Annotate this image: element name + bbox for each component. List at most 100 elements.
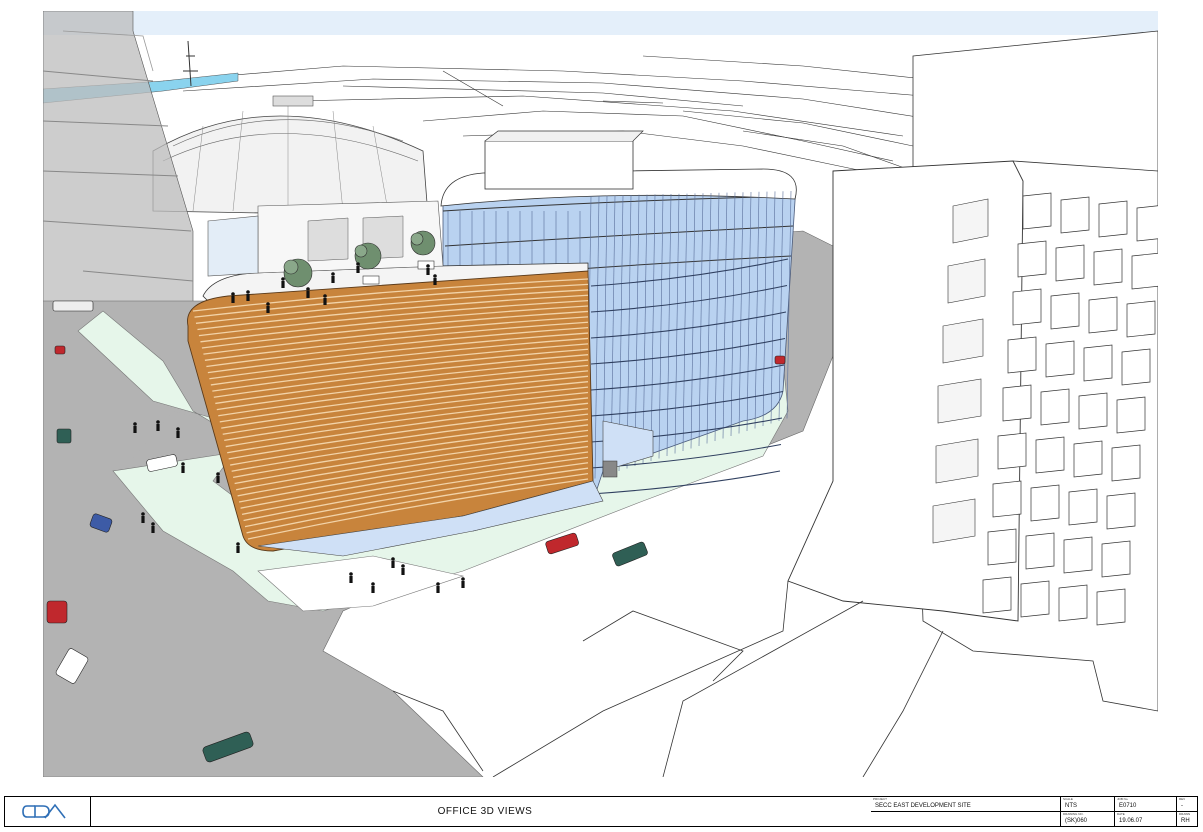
- person-body: [216, 476, 220, 483]
- drawing-no-label: DRAWING NO.: [1063, 811, 1084, 816]
- window: [1116, 396, 1146, 434]
- window: [987, 528, 1017, 566]
- architectural-3d-render: [43, 11, 1158, 777]
- person-body: [246, 294, 250, 301]
- person-body: [141, 516, 145, 523]
- window: [1126, 300, 1156, 338]
- person-body: [433, 278, 437, 285]
- person-head: [281, 277, 285, 281]
- person-body: [151, 526, 155, 533]
- person-head: [349, 572, 353, 576]
- window: [1106, 492, 1136, 530]
- window: [1040, 388, 1070, 426]
- person-head: [356, 262, 360, 266]
- window: [992, 480, 1022, 518]
- person-head: [236, 542, 240, 546]
- person-body: [156, 424, 160, 431]
- person-head: [133, 422, 137, 426]
- window: [1002, 384, 1032, 422]
- window: [1030, 484, 1060, 522]
- person-head: [306, 287, 310, 291]
- person-body: [133, 426, 137, 433]
- window: [1136, 205, 1158, 242]
- window: [1007, 336, 1037, 374]
- person-head: [156, 420, 160, 424]
- window: [1111, 444, 1141, 482]
- job-label: JOB No.: [1117, 797, 1129, 801]
- person-body: [356, 266, 360, 273]
- drawing-title-block: OFFICE 3D VIEWS PROJECT SECC EAST DEVELO…: [4, 796, 1198, 827]
- window: [1050, 292, 1080, 330]
- person-body: [371, 586, 375, 593]
- person-body: [331, 276, 335, 283]
- drawn-label: DRAWN: [1179, 811, 1191, 816]
- person-head: [391, 557, 395, 561]
- person-body: [306, 291, 310, 298]
- window: [1121, 348, 1151, 386]
- person-body: [266, 306, 270, 313]
- sky-band: [43, 11, 1158, 35]
- rev-drawn-cell: REV - DRAWN RH: [1177, 797, 1197, 826]
- window: [982, 576, 1012, 614]
- window: [1058, 584, 1088, 622]
- person-head: [151, 522, 155, 526]
- person-head: [246, 290, 250, 294]
- person-head: [323, 294, 327, 298]
- rev-value: -: [1181, 802, 1183, 809]
- window: [1078, 392, 1108, 430]
- drawing-no-value: (SK)060: [1065, 818, 1088, 824]
- person-head: [331, 272, 335, 276]
- person-body: [236, 546, 240, 553]
- person-head: [426, 264, 430, 268]
- rev-label: REV: [1179, 797, 1186, 801]
- person-head: [181, 462, 185, 466]
- person-head: [231, 292, 235, 296]
- window: [1017, 240, 1047, 278]
- person-body: [391, 561, 395, 568]
- date-value: 19.06.07: [1119, 818, 1143, 824]
- window: [1060, 196, 1090, 234]
- person-head: [401, 564, 405, 568]
- window: [1096, 588, 1126, 626]
- person-body: [401, 568, 405, 575]
- person-body: [281, 281, 285, 288]
- person-head: [436, 582, 440, 586]
- window: [1035, 436, 1065, 474]
- window: [1022, 192, 1052, 230]
- window: [1068, 488, 1098, 526]
- sheet-title: OFFICE 3D VIEWS: [437, 806, 533, 817]
- person-head: [461, 577, 465, 581]
- project-cell: PROJECT SECC EAST DEVELOPMENT SITE: [871, 797, 1061, 826]
- scale-drawing-cell: SCALE NTS DRAWING NO. (SK)060: [1061, 797, 1115, 826]
- window: [1025, 532, 1055, 570]
- window: [1012, 288, 1042, 326]
- person-body: [181, 466, 185, 473]
- window: [1131, 252, 1158, 290]
- window: [1063, 536, 1093, 574]
- window: [1101, 540, 1131, 578]
- person-body: [436, 586, 440, 593]
- job-date-cell: JOB No. E0710 DATE 19.06.07: [1115, 797, 1177, 826]
- window: [997, 432, 1027, 470]
- job-value: E0710: [1119, 802, 1137, 809]
- window: [1088, 296, 1118, 334]
- person-body: [231, 296, 235, 303]
- person-body: [426, 268, 430, 275]
- date-label: DATE: [1117, 811, 1125, 816]
- window: [1093, 248, 1123, 286]
- person-body: [323, 298, 327, 305]
- person-body: [349, 576, 353, 583]
- person-head: [141, 512, 145, 516]
- scale-value: NTS: [1065, 802, 1077, 809]
- person-head: [266, 302, 270, 306]
- arena-dome: [152, 95, 429, 217]
- project-label: PROJECT: [873, 797, 888, 801]
- person-head: [176, 427, 180, 431]
- person-head: [433, 274, 437, 278]
- drawn-value: RH: [1181, 818, 1190, 824]
- window: [1098, 200, 1128, 238]
- person-body: [176, 431, 180, 438]
- person-head: [371, 582, 375, 586]
- window: [1020, 580, 1050, 618]
- company-logo: [22, 803, 66, 819]
